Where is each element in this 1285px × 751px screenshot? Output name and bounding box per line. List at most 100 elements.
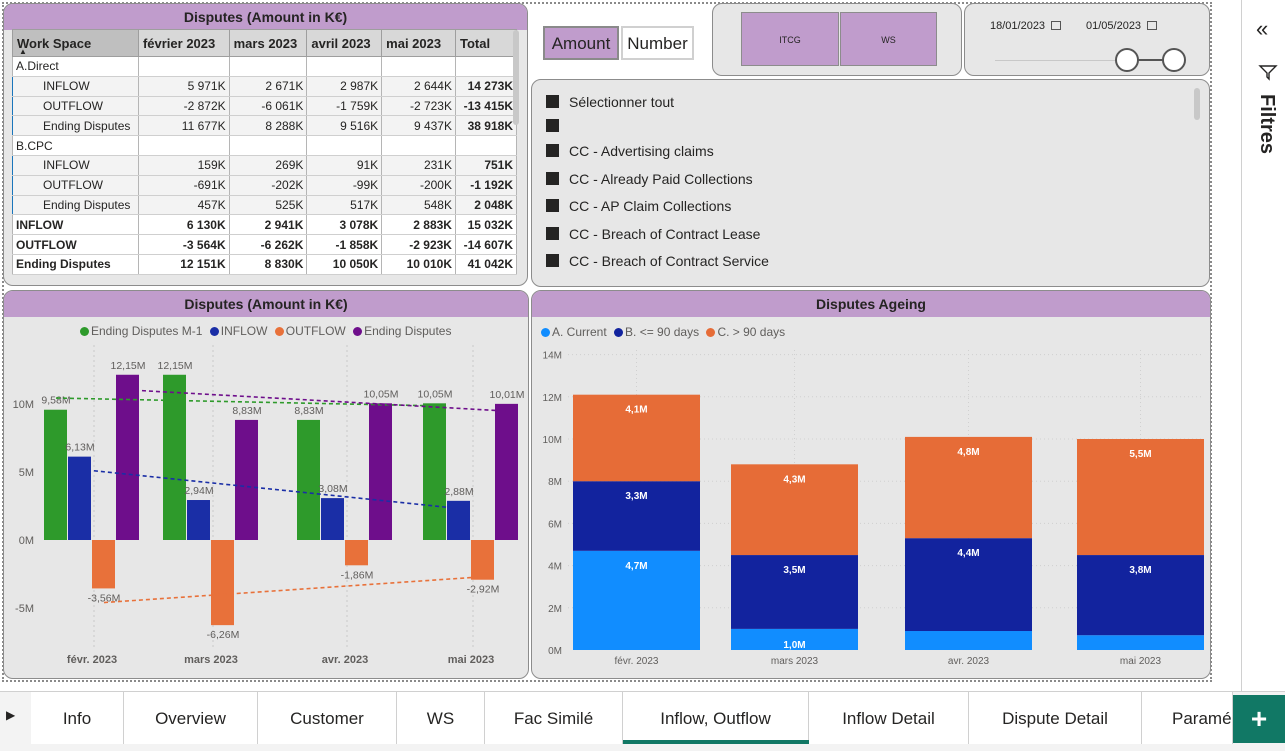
legend-outflow[interactable]: OUTFLOW <box>274 324 346 338</box>
table-cell: 5 971K <box>137 76 230 97</box>
legend-le90[interactable]: B. <= 90 days <box>614 325 699 339</box>
table-cell: 8 288K <box>228 115 308 137</box>
x-tick-label: mars 2023 <box>184 654 238 666</box>
table-row[interactable]: OUTFLOW -2 872K -6 061K -1 759K -2 723K -13 4… <box>12 96 518 117</box>
column-header[interactable]: février 2023 <box>137 29 230 57</box>
table-row[interactable]: Ending Disputes 457K 525K 517K 548K 2 048K <box>12 195 518 216</box>
data-label: -2,92M <box>467 584 500 596</box>
matrix-scrollbar[interactable] <box>513 30 519 125</box>
column-header[interactable]: Total <box>454 29 518 57</box>
table-row[interactable]: INFLOW 6 130K 2 941K 3 078K 2 883K 15 032K <box>12 214 518 236</box>
data-label: 10,01M <box>489 389 524 401</box>
tab-info[interactable]: Info <box>31 692 124 744</box>
legend-label: A. Current <box>552 325 607 339</box>
table-cell: -13 415K <box>454 96 518 117</box>
slicer-item[interactable]: CC - Already Paid Collections <box>546 169 753 189</box>
column-header[interactable]: mars 2023 <box>228 29 308 57</box>
tab-inflow-detail[interactable]: Inflow Detail <box>809 692 969 744</box>
end-date-field[interactable]: 01/05/2023 <box>1086 20 1158 32</box>
workspace-itcg-button[interactable]: ITCG <box>741 12 839 66</box>
slicer-item[interactable]: Sélectionner tout <box>546 92 674 112</box>
table-cell: 9 516K <box>306 115 383 137</box>
data-label: -3,56M <box>88 592 121 604</box>
add-page-button[interactable]: + <box>1233 695 1285 743</box>
legend-inflow[interactable]: INFLOW <box>209 324 268 338</box>
checkbox-checked-icon[interactable] <box>546 144 559 157</box>
table-row[interactable]: B.CPC <box>12 135 518 156</box>
y-tick-label: 2M <box>548 604 562 615</box>
legend-gt90[interactable]: C. > 90 days <box>706 325 785 339</box>
checkbox-checked-icon[interactable] <box>546 199 559 212</box>
tab-overview[interactable]: Overview <box>124 692 258 744</box>
bar-0-2 <box>297 419 320 540</box>
table-cell: 11 677K <box>137 115 230 137</box>
table-row[interactable]: A.Direct <box>12 56 518 77</box>
matrix-header-row: Work Space ▲ février 2023 mars 2023 avril 20… <box>12 29 518 57</box>
table-cell <box>137 135 230 156</box>
date-slider-rail <box>995 60 1127 61</box>
table-cell <box>454 135 518 156</box>
tab-customer[interactable]: Customer <box>258 692 397 744</box>
table-row[interactable]: INFLOW 5 971K 2 671K 2 987K 2 644K 14 273K <box>12 76 518 97</box>
calendar-icon[interactable] <box>1147 21 1158 30</box>
column-header[interactable]: avril 2023 <box>306 29 383 57</box>
slicer-item-label: CC - AP Claim Collections <box>569 198 732 214</box>
collapse-filters-icon[interactable]: « <box>1256 18 1268 40</box>
data-label: 3,8M <box>1129 565 1151 576</box>
tab-ws[interactable]: WS <box>397 692 485 744</box>
scroll-tabs-left-icon[interactable]: ▶ <box>6 708 15 722</box>
date-slider-end-handle[interactable] <box>1162 48 1186 72</box>
table-cell: 2 987K <box>306 76 383 97</box>
checkbox-checked-icon[interactable] <box>546 95 559 108</box>
data-label: 4,1M <box>625 405 647 416</box>
amount-toggle-button[interactable]: Amount <box>543 26 619 60</box>
checkbox-checked-icon[interactable] <box>546 227 559 240</box>
table-cell <box>306 135 383 156</box>
y-tick-label: -5M <box>15 603 34 615</box>
tab-fac-simil-[interactable]: Fac Similé <box>485 692 623 744</box>
checkbox-checked-icon[interactable] <box>546 172 559 185</box>
table-row[interactable]: Ending Disputes 12 151K 8 830K 10 050K 10 01… <box>12 254 518 275</box>
tab-param-[interactable]: Paramé <box>1142 692 1233 744</box>
slicer-item-label: CC - Breach of Contract Service <box>569 253 769 269</box>
number-toggle-button[interactable]: Number <box>621 26 694 60</box>
legend-current[interactable]: A. Current <box>541 325 607 339</box>
data-label: 4,3M <box>783 474 805 485</box>
slicer-item[interactable]: CC - AP Claim Collections <box>546 196 731 216</box>
slicer-item[interactable]: CC - Breach of Contract Lease <box>546 224 760 244</box>
legend-ending-m1[interactable]: Ending Disputes M-1 <box>80 324 202 338</box>
y-tick-label: 6M <box>548 519 562 530</box>
legend-ending[interactable]: Ending Disputes <box>353 324 451 338</box>
tab-inflow-outflow[interactable]: Inflow, Outflow <box>623 692 809 744</box>
table-cell: 548K <box>381 195 456 216</box>
table-row[interactable]: INFLOW 159K 269K 91K 231K 751K <box>12 155 518 176</box>
bar-3-2 <box>369 403 392 540</box>
table-cell: -6 262K <box>228 234 308 255</box>
slicer-item[interactable]: CC - Advertising claims <box>546 141 714 161</box>
slicer-item[interactable]: CC - Breach of Contract Service <box>546 251 769 271</box>
bar-0-0 <box>44 409 67 540</box>
filters-label[interactable]: Filtres <box>1255 94 1278 154</box>
table-row[interactable]: Ending Disputes 11 677K 8 288K 9 516K 9 437K… <box>12 115 518 137</box>
calendar-icon[interactable] <box>1051 21 1062 30</box>
sort-ascending-icon[interactable]: ▲ <box>19 47 27 56</box>
tab-dispute-detail[interactable]: Dispute Detail <box>969 692 1142 744</box>
column-header-label: Work Space <box>17 35 92 51</box>
legend-label: INFLOW <box>220 324 268 338</box>
checkbox-checked-icon[interactable] <box>546 119 559 132</box>
table-cell: -99K <box>306 175 383 196</box>
slicer-item-label: Sélectionner tout <box>569 94 675 110</box>
table-row[interactable]: OUTFLOW -691K -202K -99K -200K -1 192K <box>12 175 518 196</box>
disputes-matrix[interactable]: Work Space ▲ février 2023 mars 2023 avril 20… <box>12 29 518 275</box>
start-date-field[interactable]: 18/01/2023 <box>990 20 1062 32</box>
checkbox-checked-icon[interactable] <box>546 254 559 267</box>
slicer-item[interactable] <box>546 116 569 136</box>
slicer-scrollbar[interactable] <box>1194 88 1200 120</box>
column-header[interactable]: mai 2023 <box>381 29 456 57</box>
date-slider-start-handle[interactable] <box>1115 48 1139 72</box>
column-header[interactable]: Work Space ▲ <box>12 29 139 57</box>
workspace-ws-button[interactable]: WS <box>840 12 937 66</box>
table-row[interactable]: OUTFLOW -3 564K -6 262K -1 858K -2 923K -14 6… <box>12 234 518 255</box>
flow-chart[interactable]: 10M 5M 0M -5M 9,58M 12,15M 8,83M 10,05M 6,13M 2,9… <box>4 340 528 676</box>
ageing-chart[interactable]: 14M 12M 10M 8M 6M 4M 2M 0M 4,7M 3,3M 4,1M févr. 202… <box>532 340 1210 676</box>
